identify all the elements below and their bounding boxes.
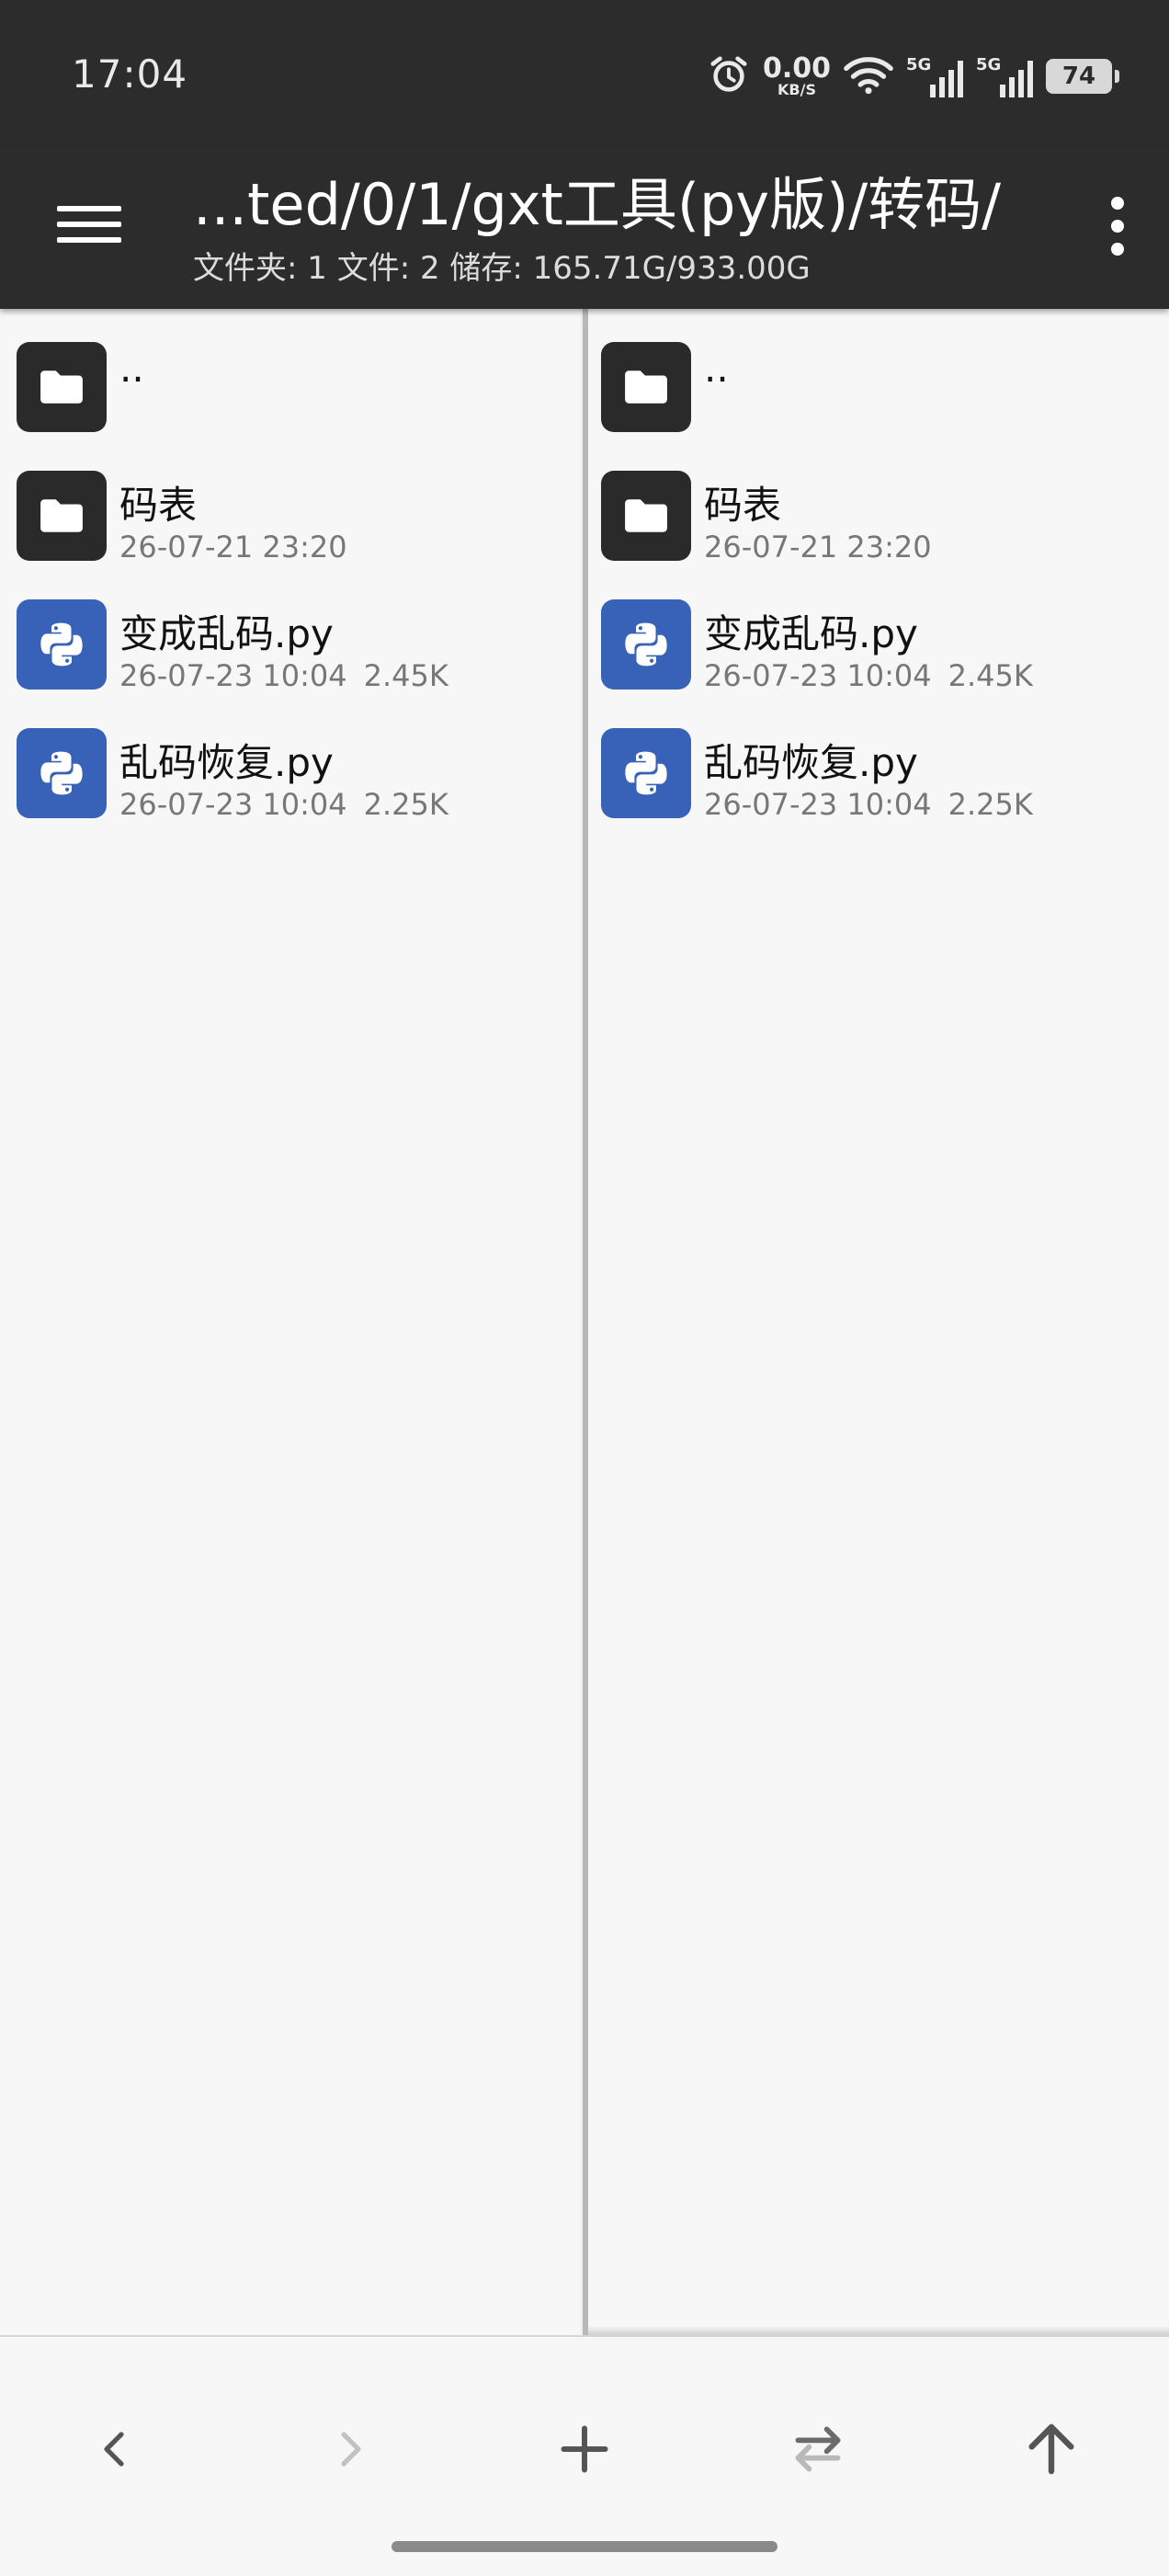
file-size: 2.45K (363, 658, 448, 693)
current-path[interactable]: ...ted/0/1/gxt工具(py版)/转码/ (193, 158, 1001, 241)
file-meta: 26-07-23 10:04 2.25K (119, 787, 448, 822)
app-bar: ...ted/0/1/gxt工具(py版)/转码/ 文件夹: 1 文件: 2 储… (0, 147, 1169, 309)
python-file-icon (17, 599, 107, 690)
file-size: 2.25K (363, 787, 448, 822)
file-size: 2.25K (948, 787, 1033, 822)
battery-icon: 74 (1046, 59, 1119, 94)
file-size: 2.45K (948, 658, 1033, 693)
up-directory-button[interactable] (1005, 2403, 1097, 2495)
file-name: 乱码恢复.py (119, 740, 334, 785)
file-name: 变成乱码.py (119, 611, 334, 656)
python-file-icon (601, 728, 691, 818)
list-item[interactable]: 码表 26-07-21 23:20 (588, 450, 1169, 579)
file-name: .. (119, 346, 144, 391)
file-date: 26-07-21 23:20 (119, 530, 347, 564)
more-options-icon[interactable] (1099, 189, 1136, 263)
file-name: .. (704, 346, 729, 391)
list-item[interactable]: 乱码恢复.py 26-07-23 10:04 2.25K (588, 708, 1169, 837)
file-name: 码表 (119, 483, 198, 528)
list-item[interactable]: 变成乱码.py 26-07-23 10:04 2.45K (0, 579, 583, 708)
alarm-icon (708, 53, 750, 99)
wifi-icon (844, 54, 893, 98)
home-indicator[interactable] (392, 2541, 777, 2552)
menu-icon[interactable] (57, 197, 121, 252)
list-item[interactable]: 码表 26-07-21 23:20 (0, 450, 583, 579)
python-file-icon (17, 728, 107, 818)
file-meta: 26-07-23 10:04 2.45K (704, 658, 1033, 693)
forward-button[interactable] (303, 2403, 395, 2495)
pane-bottom-shadow (588, 2326, 1169, 2335)
folder-icon (17, 471, 107, 561)
up-directory-icon (1028, 2423, 1074, 2475)
signal-icon: 5G (976, 55, 1033, 97)
clock: 17:04 (72, 51, 188, 97)
python-file-icon (601, 599, 691, 690)
file-date: 26-07-23 10:04 (119, 787, 347, 822)
folder-icon (601, 342, 691, 432)
folder-icon (17, 342, 107, 432)
list-item-parent[interactable]: .. (588, 322, 1169, 450)
left-file-pane[interactable]: .. 码表 26-07-21 23:20 变成乱码.py 26-07-23 10… (0, 309, 583, 2335)
add-button[interactable] (539, 2403, 630, 2495)
file-date: 26-07-21 23:20 (704, 530, 932, 564)
file-date: 26-07-23 10:04 (704, 658, 932, 693)
swap-panes-button[interactable] (772, 2403, 864, 2495)
file-name: 乱码恢复.py (704, 740, 918, 785)
file-name: 码表 (704, 483, 782, 528)
file-meta: 26-07-21 23:20 (119, 530, 347, 564)
swap-panes-icon (795, 2426, 841, 2472)
right-file-pane[interactable]: .. 码表 26-07-21 23:20 变成乱码.py 26-07-23 10… (588, 309, 1169, 2335)
list-item[interactable]: 乱码恢复.py 26-07-23 10:04 2.25K (0, 708, 583, 837)
file-meta: 26-07-23 10:04 2.25K (704, 787, 1033, 822)
bottom-toolbar (0, 2335, 1169, 2576)
file-date: 26-07-23 10:04 (119, 658, 347, 693)
file-meta: 26-07-23 10:04 2.45K (119, 658, 448, 693)
folder-icon (601, 471, 691, 561)
file-name: 变成乱码.py (704, 611, 918, 656)
status-icons: 0.00 KB/S 5G 5G 74 (708, 46, 1119, 107)
list-item-parent[interactable]: .. (0, 322, 583, 450)
forward-icon (341, 2432, 361, 2467)
signal-icon: 5G (906, 55, 963, 97)
add-icon (561, 2425, 608, 2473)
file-meta: 26-07-21 23:20 (704, 530, 932, 564)
back-button[interactable] (70, 2403, 162, 2495)
network-speed: 0.00 KB/S (762, 52, 831, 98)
storage-stats: 文件夹: 1 文件: 2 储存: 165.71G/933.00G (193, 250, 811, 287)
file-date: 26-07-23 10:04 (704, 787, 932, 822)
status-bar: 17:04 0.00 KB/S 5G 5G 74 (0, 0, 1169, 147)
list-item[interactable]: 变成乱码.py 26-07-23 10:04 2.45K (588, 579, 1169, 708)
back-icon (104, 2432, 124, 2467)
